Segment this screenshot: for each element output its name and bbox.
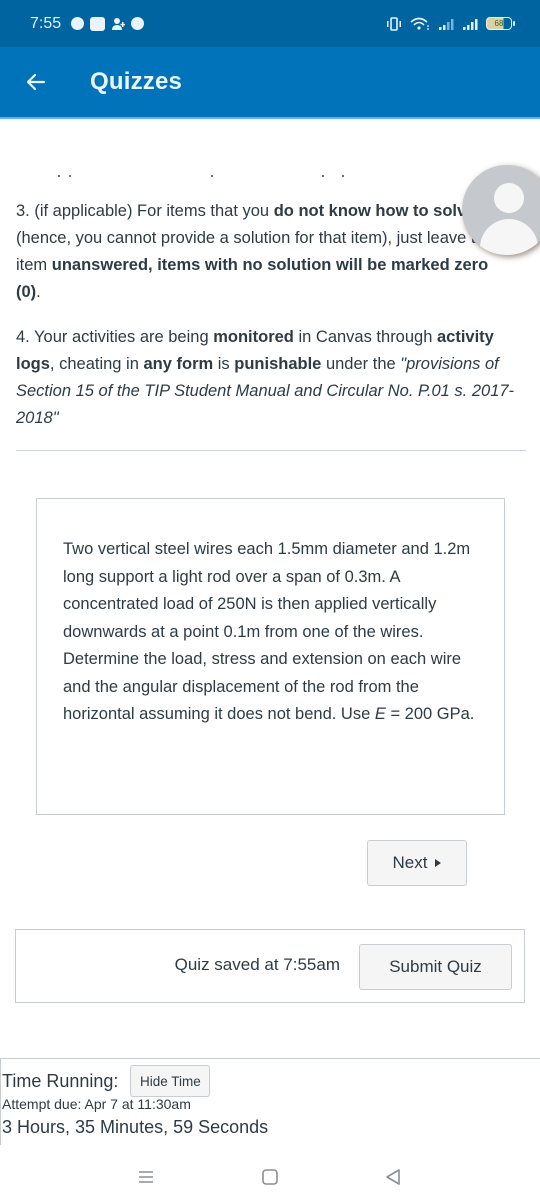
play-arrow-icon [435,859,442,867]
time-remaining: 3 Hours, 35 Minutes, 59 Seconds [2,1117,269,1137]
time-running-label: Time Running: [2,1070,119,1091]
sync-app-icon [131,17,145,30]
recents-button[interactable] [131,1162,161,1192]
text: under the [321,355,401,373]
avatar-body-icon [480,219,538,255]
next-button[interactable]: Next [367,840,467,886]
text: Two vertical steel wires each 1.5mm diam… [63,540,471,723]
instruction-item-3: 3. (if applicable) For items that you do… [16,198,516,306]
text: 3. (if applicable) For items that you [16,202,274,220]
arrow-left-icon [26,73,46,91]
battery-icon: 68 [486,17,515,30]
home-button[interactable] [255,1162,285,1192]
status-bar: 7:55 68 [0,0,540,47]
next-label: Next [392,853,428,872]
text: = 200 GPa. [385,705,475,723]
home-icon [262,1169,278,1185]
bold-text: any form [143,355,214,373]
submit-bar: Quiz saved at 7:55am Submit Quiz [15,929,525,1003]
back-button[interactable] [0,46,72,118]
truncated-text-remnants [16,175,526,181]
timer-header: Time Running: Hide Time [2,1065,211,1097]
timer-panel: Time Running: Hide Time Attempt due: Apr… [0,1058,540,1145]
system-nav-bar [0,1150,540,1200]
back-icon [386,1169,400,1185]
text-dot [211,175,213,177]
italic-text: E [374,705,386,723]
text: in Canvas through [293,328,437,346]
bold-text: do not know how to solve [273,202,476,220]
attempt-due: Attempt due: Apr 7 at 11:30am [2,1096,191,1112]
text-dot [58,175,60,177]
avatar-head-icon [494,183,524,213]
question-box: Two vertical steel wires each 1.5mm diam… [36,498,505,815]
bold-text: unanswered, items with no solution will … [16,256,489,301]
news-app-icon [90,16,106,31]
app-bar: Quizzes [0,47,540,119]
system-status-icons: 68 [386,16,515,31]
bold-text: monitored [213,328,294,346]
page-title: Quizzes [90,68,183,95]
hide-time-button[interactable]: Hide Time [130,1065,211,1097]
battery-level: 68 [494,19,504,28]
divider [16,450,526,451]
text: is [213,355,235,373]
submit-quiz-button[interactable]: Submit Quiz [359,944,512,990]
question-text: Two vertical steel wires each 1.5mm diam… [63,536,488,729]
text: 4. Your activities are being [16,328,214,346]
status-time: 7:55 [30,14,62,32]
wifi-icon [410,17,430,31]
messenger-icon [71,17,85,30]
notification-icons [71,16,145,31]
timer-border [0,1059,1,1145]
vibrate-icon [386,16,402,31]
bold-text: punishable [234,355,322,373]
text: . [36,283,41,301]
text-dot [342,175,344,177]
text-dot [69,175,71,177]
back-nav-button[interactable] [378,1162,408,1192]
quiz-saved-status: Quiz saved at 7:55am [174,955,340,974]
text: , cheating in [49,355,144,373]
signal-icon-2 [462,17,478,31]
text-dot [322,175,324,177]
add-contact-icon [111,17,126,31]
recents-icon [139,1171,153,1183]
instruction-item-4: 4. Your activities are being monitored i… [16,324,521,432]
signal-icon-1 [438,17,454,31]
